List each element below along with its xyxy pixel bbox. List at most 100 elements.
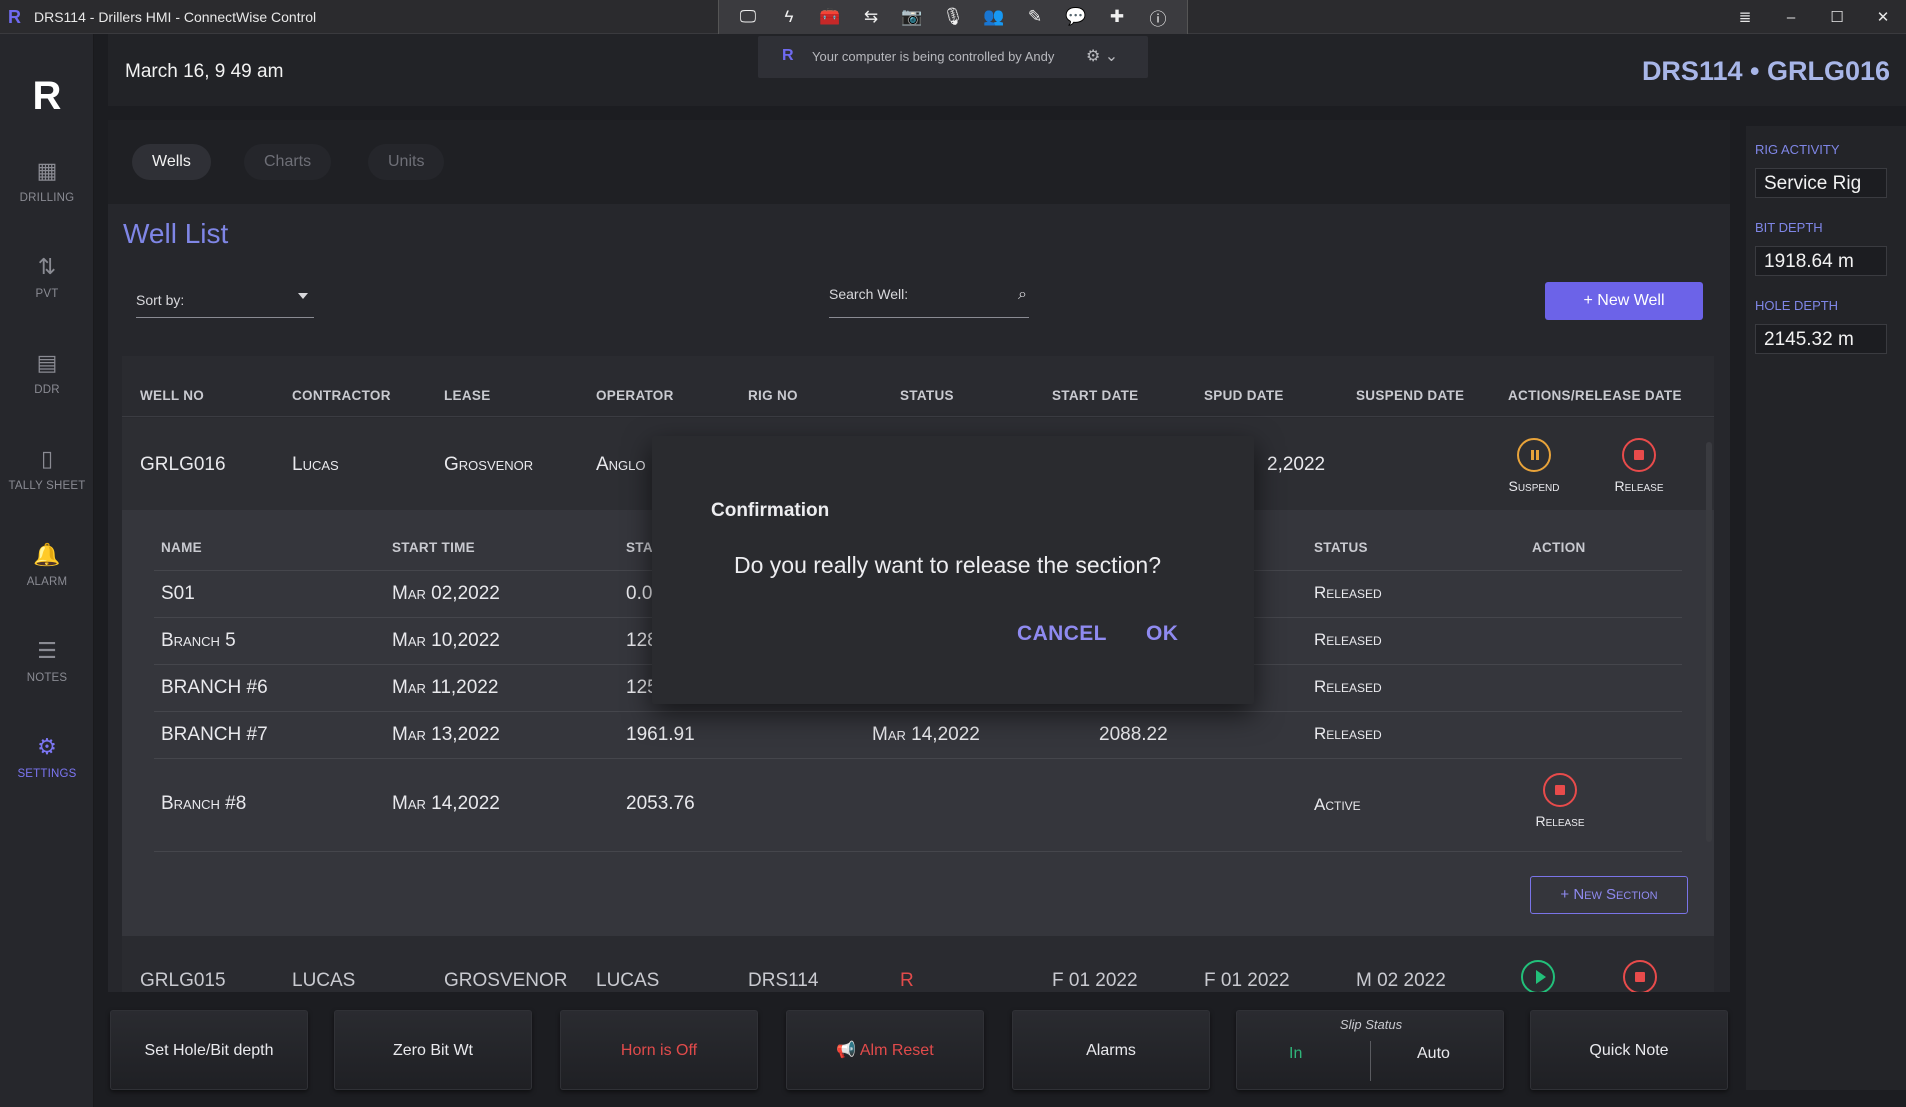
col-header: OPERATOR <box>596 388 674 403</box>
divider <box>122 416 1714 417</box>
section-start-time: Mar 02,2022 <box>392 583 500 604</box>
alarm-reset-button[interactable]: 📢 Alm Reset <box>786 1010 984 1090</box>
table-row[interactable]: GRLG015 LUCAS GROSVENOR LUCAS DRS114 R F… <box>122 936 1714 992</box>
lightning-icon[interactable]: ϟ <box>777 5 801 29</box>
maximize-button[interactable]: ☐ <box>1814 0 1860 34</box>
nav-item-notes[interactable]: ☰ NOTES <box>0 634 94 706</box>
nav-label: ALARM <box>26 576 68 588</box>
current-date: March 16, 9 49 am <box>125 61 284 82</box>
banner-text: Your computer is being controlled by And… <box>812 49 1055 64</box>
col-header: SPUD DATE <box>1204 388 1284 403</box>
transfer-icon[interactable]: ⇆ <box>859 5 883 29</box>
nav-item-ddr[interactable]: ▤ DDR <box>0 346 94 418</box>
tab-charts[interactable]: Charts <box>244 144 332 180</box>
nav-item-tally-sheet[interactable]: ▯ TALLY SHEET <box>0 442 94 514</box>
pause-icon <box>1517 438 1551 472</box>
plus-cross-icon[interactable]: ✚ <box>1105 5 1129 29</box>
col-header: START TIME <box>392 540 475 555</box>
vertical-scrollbar[interactable] <box>1706 442 1712 842</box>
toolbox-icon[interactable]: 🧰 <box>818 5 842 29</box>
slip-auto-option[interactable]: Auto <box>1417 1045 1450 1063</box>
col-header: START DATE <box>1052 388 1139 403</box>
section-end-depth: 2088.22 <box>1099 724 1168 745</box>
slip-status-control[interactable]: Slip Status In Auto <box>1236 1010 1504 1090</box>
section-name: Branch 5 <box>161 630 236 651</box>
cancel-button[interactable]: CANCEL <box>1017 622 1107 646</box>
col-header: SUSPEND DATE <box>1356 388 1465 403</box>
dialog-message: Do you really want to release the sectio… <box>734 552 1162 578</box>
horn-toggle-button[interactable]: Horn is Off <box>560 1010 758 1090</box>
status-badge: Released <box>1314 583 1382 602</box>
status-badge: Active <box>1314 795 1361 814</box>
horn-icon: 📢 <box>836 1042 857 1059</box>
contractor: LUCAS <box>292 970 356 991</box>
col-header: STATUS <box>1314 540 1368 555</box>
hole-depth-value: 2145.32 m <box>1755 324 1887 354</box>
section-name: S01 <box>161 583 195 604</box>
nav-item-alarm[interactable]: 🔔 ALARM <box>0 538 94 610</box>
new-section-button[interactable]: + New Section <box>1530 876 1688 914</box>
release-button[interactable]: Release <box>1599 438 1679 494</box>
status-badge: Released <box>1314 630 1382 649</box>
table-row[interactable]: BRANCH #7 Mar 13,2022 1961.91 Mar 14,202… <box>154 711 1682 758</box>
banner-gear-icon[interactable]: ⚙ ⌄ <box>1086 46 1118 66</box>
section-release-button[interactable]: Release <box>1518 773 1602 829</box>
dialog-title: Confirmation <box>711 500 830 521</box>
microphone-icon[interactable]: 🎙 <box>941 5 965 29</box>
info-icon[interactable]: ⓘ <box>1146 5 1170 29</box>
section-start-time: Mar 10,2022 <box>392 630 500 651</box>
search-well-input[interactable]: Search Well: ⌕ <box>829 278 1029 318</box>
nav-item-drilling[interactable]: ▦ DRILLING <box>0 154 94 226</box>
ok-button[interactable]: OK <box>1146 622 1178 646</box>
camera-icon[interactable]: 📷 <box>900 5 924 29</box>
slip-in-option[interactable]: In <box>1289 1045 1302 1063</box>
menu-icon[interactable]: ≣ <box>1722 0 1768 34</box>
rig-no: DRS114 <box>748 970 819 991</box>
operator: LUCAS <box>596 970 660 991</box>
monitor-icon[interactable]: 🖵 <box>736 5 760 29</box>
chat-icon[interactable]: 💬 <box>1064 5 1088 29</box>
bell-icon: 🔔 <box>33 542 61 567</box>
notes-icon: ☰ <box>37 638 57 663</box>
section-start-time: Mar 14,2022 <box>392 793 500 814</box>
suspend-label: Suspend <box>1508 478 1560 494</box>
release-button[interactable] <box>1610 960 1670 992</box>
slip-status-title: Slip Status <box>1339 1017 1403 1032</box>
suspend-button[interactable]: Suspend <box>1494 438 1574 494</box>
remote-control-banner[interactable]: R Your computer is being controlled by A… <box>758 36 1148 78</box>
document-icon: ▯ <box>40 446 54 471</box>
section-name: BRANCH #7 <box>161 724 268 745</box>
pencil-icon[interactable]: ✎ <box>1023 5 1047 29</box>
nav-item-pvt[interactable]: ⇅ PVT <box>0 250 94 322</box>
table-row[interactable]: Branch #8 Mar 14,2022 2053.76 Active Rel… <box>154 758 1682 852</box>
brand-logo-icon: R <box>32 74 62 118</box>
connectwise-toolbar: 🖵 ϟ 🧰 ⇆ 📷 🎙 👥 ✎ 💬 ✚ ⓘ <box>718 0 1188 34</box>
lease: Grosvenor <box>444 454 534 475</box>
alarm-reset-label: Alm Reset <box>859 1042 934 1059</box>
bit-depth-label: BIT DEPTH <box>1755 220 1823 235</box>
well-no: GRLG016 <box>140 454 226 475</box>
nav-label: DDR <box>34 384 60 396</box>
connectwise-logo-icon: R <box>782 47 794 64</box>
window-titlebar: R DRS114 - Drillers HMI - ConnectWise Co… <box>0 0 1906 34</box>
resume-button[interactable] <box>1508 960 1568 992</box>
layout-icon: ▤ <box>36 350 58 375</box>
minimize-button[interactable]: – <box>1768 0 1814 34</box>
users-icon[interactable]: 👥 <box>982 5 1006 29</box>
zero-bit-wt-button[interactable]: Zero Bit Wt <box>334 1010 532 1090</box>
close-button[interactable]: ✕ <box>1860 0 1906 34</box>
tab-units[interactable]: Units <box>368 144 445 180</box>
quick-note-button[interactable]: Quick Note <box>1530 1010 1728 1090</box>
col-header: NAME <box>161 540 202 555</box>
new-well-button[interactable]: + New Well <box>1545 282 1703 320</box>
nav-item-settings[interactable]: ⚙ SETTINGS <box>0 730 94 802</box>
alarms-button[interactable]: Alarms <box>1012 1010 1210 1090</box>
rig-well-title: DRS114 • GRLG016 <box>1641 56 1890 86</box>
col-header: ACTION <box>1532 540 1586 555</box>
nav-label: PVT <box>35 288 59 300</box>
set-hole-bit-depth-button[interactable]: Set Hole/Bit depth <box>110 1010 308 1090</box>
tab-wells[interactable]: Wells <box>132 144 211 180</box>
hole-depth-label: HOLE DEPTH <box>1755 298 1839 313</box>
status-badge: Released <box>1314 724 1382 743</box>
sort-select[interactable]: Sort by: <box>136 284 314 318</box>
